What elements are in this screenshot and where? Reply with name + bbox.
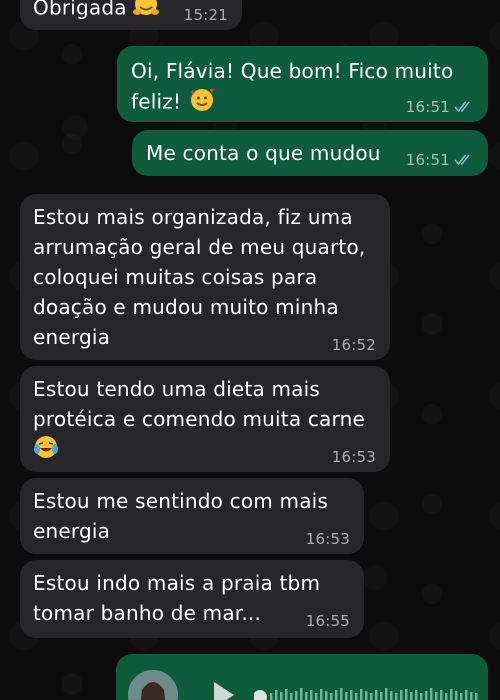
message-line: energia	[33, 519, 111, 543]
message-line: Estou mais organizada, fiz uma	[33, 205, 353, 229]
smiling-face-with-hearts-icon	[188, 86, 216, 120]
message-timestamp: 16:53	[331, 448, 376, 466]
tears-of-joy-icon	[33, 434, 59, 468]
message-bubble-outgoing[interactable]: Oi, Flávia! Que bom! Fico muito feliz! 1…	[117, 46, 488, 122]
message-bubble-incoming[interactable]: Estou indo mais a praia tbm tomar banho …	[20, 560, 364, 638]
message-bubble-incoming[interactable]: Estou me sentindo com mais energia 16:53	[20, 478, 364, 554]
timestamp-text: 16:51	[405, 98, 450, 116]
message-line: Estou tendo uma dieta mais	[33, 377, 320, 401]
message-timestamp: 16:51	[406, 98, 474, 116]
message-timestamp: 16:52	[331, 336, 376, 354]
timestamp-text: 16:51	[405, 151, 450, 169]
play-icon[interactable]	[214, 682, 234, 700]
message-line: arrumação geral de meu quarto,	[33, 235, 366, 259]
message-text: Me conta o que mudou	[146, 141, 381, 165]
voice-message-bubble[interactable]	[116, 654, 488, 700]
read-receipt-icon	[454, 154, 470, 166]
chat-background: Obrigada 15:21 Oi, Flávia! Que bom! Fico…	[0, 0, 500, 700]
read-receipt-icon	[454, 101, 470, 113]
message-bubble-incoming[interactable]: Estou mais organizada, fiz uma arrumação…	[20, 194, 390, 360]
audio-waveform[interactable]	[254, 684, 480, 700]
message-text: Obrigada	[33, 0, 127, 20]
message-line: tomar banho de mar...	[33, 601, 262, 625]
message-timestamp: 16:55	[305, 612, 350, 630]
message-timestamp: 16:51	[406, 151, 474, 169]
message-line: protéica e comendo muita carne	[33, 407, 365, 431]
emoji-line	[33, 434, 376, 468]
message-bubble-outgoing[interactable]: Me conta o que mudou 16:51	[132, 130, 488, 176]
message-line: Estou me sentindo com mais	[33, 489, 329, 513]
message-timestamp: 15:21	[183, 6, 228, 24]
message-line: energia	[33, 325, 111, 349]
avatar	[128, 670, 178, 700]
hugging-face-icon	[133, 0, 160, 26]
message-bubble-incoming[interactable]: Estou tendo uma dieta mais protéica e co…	[20, 366, 390, 472]
message-line: Estou indo mais a praia tbm	[33, 571, 321, 595]
message-line: coloquei muitas coisas para	[33, 265, 318, 289]
message-timestamp: 16:53	[305, 530, 350, 548]
message-bubble-incoming[interactable]: Obrigada 15:21	[20, 0, 242, 30]
message-line: doação e mudou muito minha	[33, 295, 339, 319]
